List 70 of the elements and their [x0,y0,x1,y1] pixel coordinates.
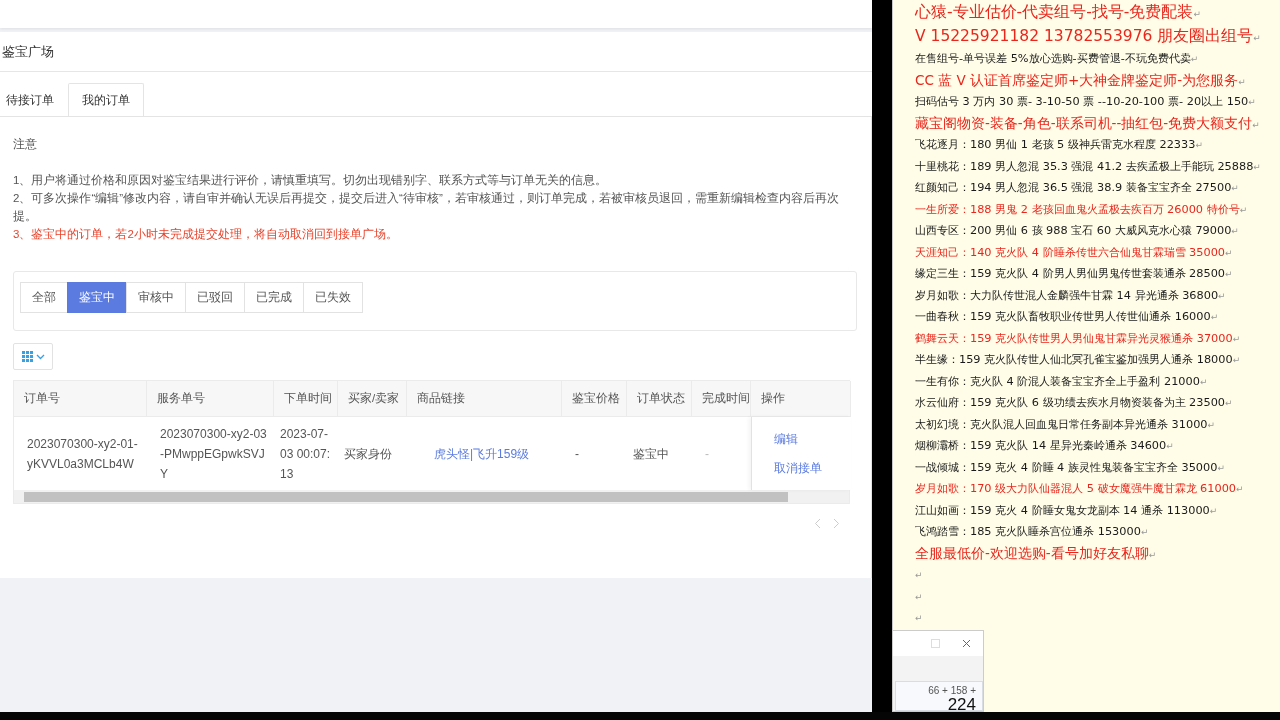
document-line: 缘定三生：159 克火队 4 阶男人男仙男鬼传世套装通杀 28500↵ [915,266,1233,282]
filter-button[interactable]: 已驳回 [185,282,245,313]
document-line: 飞花逐月：180 男仙 1 老孩 5 级神兵雷克水程度 22333↵ [915,137,1203,153]
action-link[interactable]: 编辑 [774,430,798,448]
next-page-icon[interactable] [833,518,840,529]
table-cell-text: 鉴宝中 [632,445,670,463]
document-line: 烟柳灞桥：159 克火队 14 星异光秦岭通杀 34600↵ [915,438,1174,454]
action-link[interactable]: 取消接单 [774,459,822,477]
column-header: 鉴宝价格 [562,381,627,417]
column-header: 订单状态 [627,381,692,417]
column-header: 商品链接 [407,381,562,417]
table-cell-text: 2023-07-03 00:07:13 [279,425,332,483]
document-line: 一曲春秋：159 克火队畜牧职业传世男人传世仙通杀 16000↵ [915,309,1219,325]
document-line: 岁月如歌：大力队传世混人金麟强牛甘霖 14 异光通杀 36800↵ [915,287,1226,304]
document-line: 江山如画：159 克火 4 阶睡女鬼女龙副本 14 通杀 113000↵ [915,502,1218,519]
filter-button[interactable]: 已失效 [303,282,363,313]
document-line: V 15225921182 13782553976 朋友圈出组号↵ [915,26,1261,47]
maximize-icon[interactable] [931,639,940,648]
filter-button[interactable]: 已完成 [244,282,304,313]
document-line: 全服最低价-欢迎选购-看号加好友私聊↵ [915,543,1157,563]
document-line: 在售组号-单号误差 5%放心选购-买费管退-不玩免费代卖↵ [915,51,1199,67]
document-line: 一生有你：克火队 4 阶混人装备宝宝齐全上手盈利 21000↵ [915,373,1208,390]
document-line: 半生缘：159 克火队传世人仙北冥孔雀宝鉴加强男人通杀 18000↵ [915,352,1241,368]
column-header: 操作 [751,381,851,417]
column-header: 服务单号 [147,381,274,417]
document-line: 水云仙府：159 克火队 6 级功绩去疾水月物资装备为主 23500↵ [915,395,1233,411]
document-line: 山西专区：200 男仙 6 孩 988 宝石 60 大威风克水心猿 79000↵ [915,223,1239,239]
document-line: 十里桃花：189 男人忽混 35.3 强混 41.2 去疾孟极上手能玩 25888↵ [915,158,1261,175]
calculator-expression: 66 + 158 + [928,685,976,696]
table-cell-text: 2023070300-xy2-01-yKVVL0a3MCLb4W [26,435,139,473]
column-header: 下单时间 [274,381,338,417]
document-line: 太初幻境：克火队混人回血鬼日常任务副本异光通杀 31000↵ [915,416,1216,433]
document-line: 岁月如歌：170 级大力队仙器混人 5 破女魔强牛魔甘霖龙 61000↵ [915,481,1244,497]
document-line: 藏宝阁物资-装备-角色-联系司机--抽红包-免费大额支付↵ [915,113,1260,133]
horizontal-scrollbar[interactable] [14,490,849,503]
paragraph-mark: ↵ [915,591,923,602]
document-line: 扫码估号 3 万内 30 票- 3-10-50 票 --10-20-100 票- 20以上 150↵ [915,94,1256,110]
notice-text: 1、用户将通过价格和原因对鉴宝结果进行评价，请慎重填写。切勿出现错别字、联系方式等与订单无关的信息。 [13,173,609,188]
notice-text: 3、鉴宝中的订单，若2小时未完成提交处理，将自动取消回到接单广场。 [13,227,399,242]
table-cell-text: 买家身份 [343,445,393,463]
notice-text: 2、可多次操作“编辑”修改内容，请自审并确认无误后再提交，提交后进入“待审核”，若审核通过，则订单完成，若被审核员退回，需重新编辑检查内容后再次提。 [13,191,840,224]
document-line: 一战倾城：159 克火 4 阶睡 4 族灵性鬼装备宝宝齐全 35000↵ [915,459,1225,476]
filter-button[interactable]: 全部 [20,282,68,313]
chevron-down-icon [35,353,45,360]
previous-page-icon[interactable] [814,518,821,529]
notice-title: 注意 [13,137,38,152]
filter-button[interactable]: 审核中 [126,282,186,313]
tab[interactable]: 我的订单 [68,83,144,117]
document-line: 红颜知己：194 男人忽混 36.5 强混 38.9 装备宝宝齐全 27500↵ [915,180,1239,196]
paragraph-mark: ↵ [915,570,923,580]
grid-icon [21,351,33,362]
document-line: 飞鸿踏雪：185 克火队睡杀宫位通杀 153000↵ [915,524,1149,540]
document-line: CC 蓝 V 认证首席鉴定师+大神金牌鉴定师-为您服务↵ [915,70,1246,90]
document-line: 鹤舞云天：159 克火队传世男人男仙鬼甘霖异光灵猴通杀 37000↵ [915,330,1241,347]
breadcrumb: 鉴宝广场 [2,42,54,61]
table-cell-text: - [574,445,580,463]
table-cell-text: - [704,445,710,463]
column-header: 买家/卖家 [338,381,407,417]
table-cell-text: 2023070300-xy2-03-PMwppEGpwkSVJY [159,425,268,483]
view-toggle-button[interactable] [13,343,53,370]
filter-button[interactable]: 鉴宝中 [67,282,127,313]
product-link[interactable]: 虎头怪|飞升159级 [434,443,530,464]
document-line: 心猿-专业估价-代卖组号-找号-免费配装↵ [915,2,1201,23]
paragraph-mark: ↵ [915,613,923,623]
document-line: 一生所爱：188 男鬼 2 老孩回血鬼火孟极去疾百万 26000 特价号↵ [915,201,1248,218]
column-header: 完成时间 [692,381,751,417]
document-line: 天涯知己：140 克火队 4 阶睡杀传世六合仙鬼甘霖瑞雪 35000↵ [915,244,1233,261]
column-header: 订单号 [14,381,147,417]
calculator-result: 224 [947,696,976,710]
close-icon[interactable] [962,639,971,648]
